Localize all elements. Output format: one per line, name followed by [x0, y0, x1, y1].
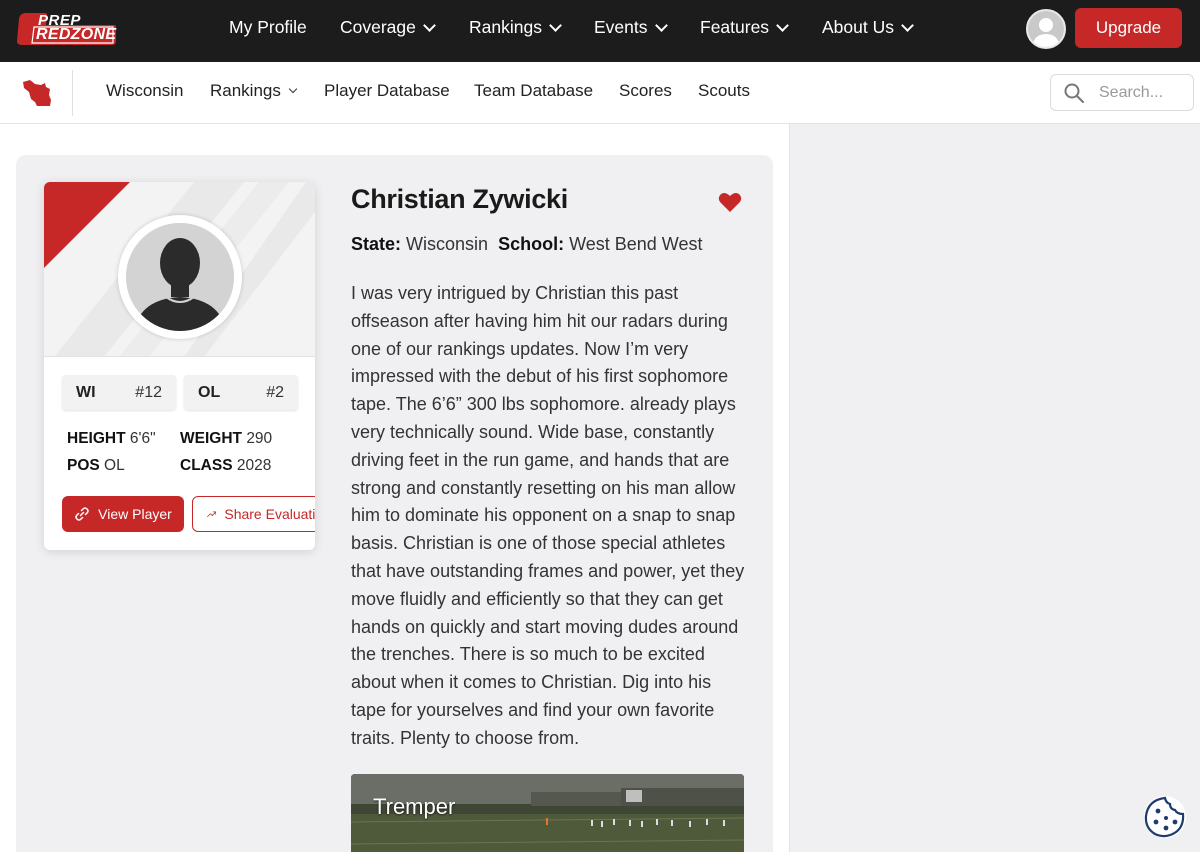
search-input[interactable] — [1099, 81, 1189, 105]
stat-value: 2028 — [236, 457, 272, 474]
subnav-label: Wisconsin — [106, 81, 184, 100]
search-icon[interactable] — [1064, 83, 1084, 103]
player-silhouette — [126, 223, 234, 331]
chevron-down-icon — [288, 84, 298, 94]
chevron-down-icon — [654, 18, 668, 32]
top-navbar: PREP REDZONE My Profile Coverage Ranking… — [0, 0, 1200, 62]
divider — [44, 356, 315, 357]
subnav-label: Player Database — [324, 81, 450, 100]
cookie-settings-icon[interactable] — [1142, 794, 1188, 840]
stat-value: OL — [104, 457, 125, 474]
right-sidebar — [789, 124, 1200, 852]
stat-value: 6'6" — [129, 430, 156, 447]
share-evaluation-button[interactable]: Share Evaluation — [192, 496, 315, 532]
state-subnav: Wisconsin Rankings Player Database Team … — [0, 62, 1200, 124]
subnav-label: Scores — [619, 81, 672, 100]
player-placeholder-icon — [126, 223, 234, 331]
search-box[interactable] — [1050, 74, 1194, 111]
subnav-label: Rankings — [210, 81, 281, 100]
state-abbr: WI — [76, 384, 96, 401]
nav-label: About Us — [822, 17, 894, 37]
subnav-label: Scouts — [698, 81, 750, 100]
player-name: Christian Zywicki — [351, 184, 568, 214]
nav-label: Features — [700, 17, 770, 37]
nav-rankings[interactable]: Rankings — [469, 17, 562, 38]
user-silhouette-icon — [1028, 11, 1064, 47]
player-card-header — [44, 182, 315, 357]
player-card: WI #12 OL #2 HEIGHT 6'6" WEIGHT 290 POS … — [44, 182, 315, 550]
share-evaluation-label: Share Evaluation — [224, 506, 315, 522]
state-label: State: — [351, 234, 402, 254]
subnav-scouts[interactable]: Scouts — [698, 81, 750, 101]
trending-up-icon — [207, 511, 217, 517]
state-rank: #12 — [135, 384, 162, 401]
video-embed[interactable]: Tremper — [351, 774, 744, 852]
stat-label: CLASS — [180, 457, 233, 474]
link-icon — [75, 507, 89, 521]
subnav-scores[interactable]: Scores — [619, 81, 672, 101]
nav-label: Rankings — [469, 17, 542, 37]
favorite-heart-icon[interactable] — [718, 191, 742, 213]
state-value: Wisconsin — [406, 234, 489, 254]
state-rank-chip: WI #12 — [62, 375, 176, 410]
chevron-down-icon — [776, 18, 789, 32]
subnav-rankings[interactable]: Rankings — [210, 81, 298, 101]
school-value: West Bend West — [569, 234, 703, 254]
wisconsin-state-icon[interactable] — [21, 78, 53, 108]
divider — [72, 70, 73, 116]
stat-label: POS — [67, 457, 100, 474]
view-player-label: View Player — [98, 506, 172, 522]
nav-label: Events — [594, 17, 648, 37]
subnav-label: Team Database — [474, 81, 594, 100]
height-stat: HEIGHT 6'6" — [67, 430, 156, 448]
position-rank-chip: OL #2 — [184, 375, 298, 410]
position-rank: #2 — [266, 384, 284, 401]
class-stat: CLASS 2028 — [180, 457, 271, 475]
stat-label: WEIGHT — [180, 430, 242, 447]
user-avatar[interactable] — [1026, 9, 1066, 49]
nav-my-profile[interactable]: My Profile — [229, 17, 307, 38]
chevron-down-icon — [549, 18, 562, 32]
position-stat: POS OL — [67, 457, 125, 475]
position-abbr: OL — [198, 384, 221, 401]
player-photo — [118, 215, 242, 339]
view-player-button[interactable]: View Player — [62, 496, 184, 532]
stat-value: 290 — [246, 430, 273, 447]
subnav-team-database[interactable]: Team Database — [474, 81, 593, 101]
logo-text-redzone: REDZONE — [36, 26, 117, 43]
nav-coverage[interactable]: Coverage — [340, 17, 436, 38]
nav-label: My Profile — [229, 17, 307, 37]
video-title: Tremper — [373, 794, 456, 819]
chevron-down-icon — [901, 18, 914, 32]
chevron-down-icon — [423, 18, 436, 32]
nav-about-us[interactable]: About Us — [822, 17, 914, 38]
prep-redzone-logo[interactable]: PREP REDZONE — [16, 11, 118, 47]
upgrade-button[interactable]: Upgrade — [1075, 8, 1182, 48]
subnav-player-database[interactable]: Player Database — [324, 81, 450, 101]
nav-features[interactable]: Features — [700, 17, 789, 38]
evaluation-text: I was very intrigued by Christian this p… — [351, 283, 745, 748]
stat-label: HEIGHT — [67, 430, 126, 447]
school-label: School: — [498, 234, 565, 254]
player-meta: State: Wisconsin School: West Bend West — [351, 234, 703, 255]
nav-events[interactable]: Events — [594, 17, 668, 38]
weight-stat: WEIGHT 290 — [180, 430, 272, 448]
subnav-wisconsin[interactable]: Wisconsin — [106, 81, 183, 101]
nav-label: Coverage — [340, 17, 416, 37]
